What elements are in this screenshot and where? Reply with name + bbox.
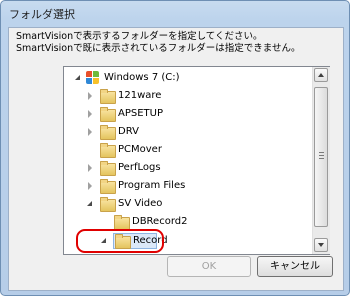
scroll-down-button[interactable] bbox=[314, 238, 328, 252]
expand-arrow-icon[interactable] bbox=[86, 164, 94, 172]
folder-tree[interactable]: Windows 7 (C:) 121ware APSETUP DRV PCMov… bbox=[63, 66, 330, 255]
folder-select-dialog: フォルダ選択 SmartVisionで表示するフォルダーを指定してください。 S… bbox=[0, 0, 350, 296]
scroll-up-button[interactable] bbox=[314, 68, 328, 82]
folder-icon bbox=[100, 107, 116, 122]
ok-button[interactable]: OK bbox=[167, 256, 251, 277]
description-text: SmartVisionで表示するフォルダーを指定してください。 SmartVis… bbox=[16, 31, 301, 55]
expand-arrow-icon[interactable] bbox=[86, 92, 94, 100]
folder-icon bbox=[100, 143, 116, 158]
tree-item-dbrecord2[interactable]: DBRecord2 bbox=[64, 214, 312, 230]
tree-item-label: SV Video bbox=[118, 198, 163, 209]
expand-arrow-icon[interactable] bbox=[86, 182, 94, 190]
tree-item-label: PCMover bbox=[118, 144, 162, 155]
title-bar[interactable]: フォルダ選択 bbox=[1, 1, 349, 25]
expand-arrow-icon[interactable] bbox=[86, 128, 94, 136]
tree-item-label: DBRecord2 bbox=[132, 216, 188, 227]
tree-scrollbar[interactable] bbox=[312, 67, 330, 254]
tree-item-121ware[interactable]: 121ware bbox=[64, 88, 312, 104]
scrollbar-thumb[interactable] bbox=[314, 87, 328, 227]
tree-item-windows-7-c[interactable]: Windows 7 (C:) bbox=[64, 70, 312, 86]
cancel-button[interactable]: キャンセル bbox=[257, 256, 333, 277]
tree-item-label: Program Files bbox=[118, 180, 186, 191]
tree-item-label: PerfLogs bbox=[118, 162, 161, 173]
tree-item-perflogs[interactable]: PerfLogs bbox=[64, 160, 312, 176]
expand-arrow-icon[interactable] bbox=[86, 110, 94, 118]
tree-item-label: DRV bbox=[118, 126, 139, 137]
tree-item-label: Windows 7 (C:) bbox=[104, 72, 180, 83]
tree-item-drv[interactable]: DRV bbox=[64, 124, 312, 140]
tree-item-label: APSETUP bbox=[118, 108, 163, 119]
tree-item-pcmover[interactable]: PCMover bbox=[64, 142, 312, 158]
collapse-arrow-icon[interactable] bbox=[86, 200, 94, 208]
red-highlight-annotation bbox=[76, 229, 164, 253]
grip-line bbox=[319, 152, 324, 153]
dialog-client-area: SmartVisionで表示するフォルダーを指定してください。 SmartVis… bbox=[8, 27, 344, 291]
folder-icon bbox=[100, 89, 116, 104]
tree-item-sv-video[interactable]: SV Video bbox=[64, 196, 312, 212]
description-line-1: SmartVisionで表示するフォルダーを指定してください。 bbox=[16, 31, 263, 42]
grip-line bbox=[319, 155, 324, 156]
window-title: フォルダ選択 bbox=[9, 8, 75, 21]
tree-item-apsetup[interactable]: APSETUP bbox=[64, 106, 312, 122]
folder-icon bbox=[100, 125, 116, 140]
grip-line bbox=[319, 158, 324, 159]
tree-item-program-files[interactable]: Program Files bbox=[64, 178, 312, 194]
collapse-arrow-icon[interactable] bbox=[74, 74, 82, 82]
folder-icon bbox=[100, 197, 116, 212]
folder-icon bbox=[100, 179, 116, 194]
folder-icon bbox=[100, 161, 116, 176]
description-line-2: SmartVisionで既に表示されているフォルダーは指定できません。 bbox=[16, 43, 301, 54]
windows-drive-icon bbox=[86, 71, 100, 85]
tree-item-label: 121ware bbox=[118, 90, 162, 101]
